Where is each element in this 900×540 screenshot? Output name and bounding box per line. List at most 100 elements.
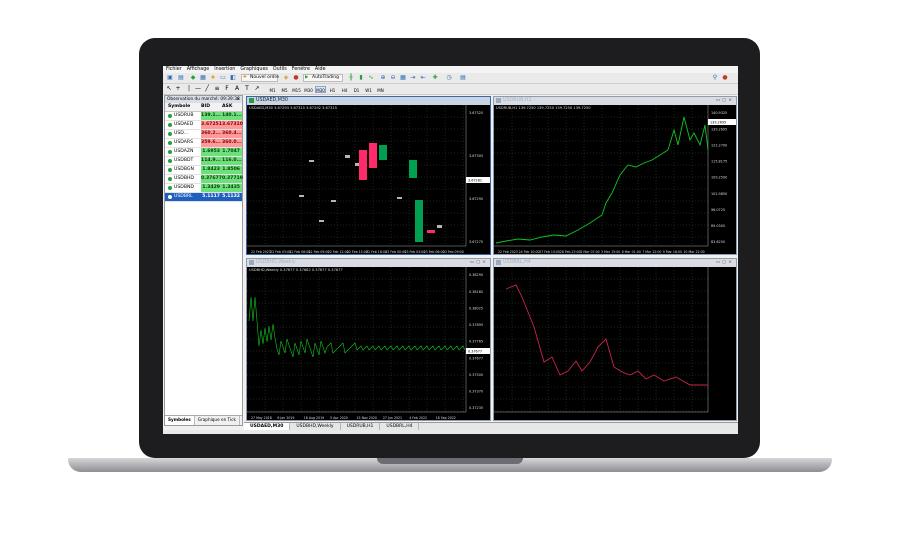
crosshair-icon[interactable]: + [174,85,182,93]
tab-symbols[interactable]: Symboles [165,416,195,425]
timeframe-w1[interactable]: W1 [363,86,374,93]
table-row[interactable]: USDBND 1.3429 1.3435 [165,184,242,193]
arrow-tool-icon[interactable]: ↗ [253,85,261,93]
table-row[interactable]: USDAZN 1.6953 1.7047 [165,148,242,157]
symbol-status-icon [168,150,172,154]
profiles-icon[interactable]: ▤ [177,74,185,82]
menu-help[interactable]: Aide [315,66,326,73]
chart-window-usdbrl[interactable]: USDBRL,H4 ▭▢× [493,258,737,421]
table-row[interactable]: USDAED 3.67251 3.67310 [165,121,243,130]
window-controls-icon[interactable]: ▭▢× [470,259,488,267]
timeframe-m1[interactable]: M1 [267,86,278,93]
autoscroll-icon[interactable]: ⇥ [409,74,417,82]
menu-insert[interactable]: Insertion [214,66,235,73]
chart-titlebar: USDRUB,H1 ▭▢× [494,97,736,105]
new-chart-icon[interactable]: ▣ [166,74,174,82]
menu-tools[interactable]: Outils [273,66,287,73]
tab-tick-chart[interactable]: Graphique en Tick [195,416,240,425]
column-bid[interactable]: BID [201,103,222,111]
timeframe-d1[interactable]: D1 [351,86,362,93]
candle [299,195,304,197]
candlestick-icon[interactable]: ▮ [357,74,365,82]
line-chart-plot[interactable] [494,267,737,421]
ask-cell: 360.0... [222,139,242,147]
table-row[interactable]: USDBHD 0.37677 0.37719 [165,175,243,184]
notifications-icon[interactable]: ● [721,74,729,82]
menu-charts[interactable]: Graphiques [240,66,268,73]
time-tick-label: 22 Feb 2023 [498,250,518,254]
price-tick-label: 122.2700 [711,143,727,147]
candle [331,200,336,202]
price-tick-label: 3.67320 [469,111,483,115]
menu-view[interactable]: Affichage [187,66,210,73]
time-tick-label: 18 Aug 2019 [304,416,324,420]
trendline-icon[interactable]: ╱ [203,85,211,93]
metaeditor-icon[interactable]: ◈ [282,74,290,82]
column-ask[interactable]: ASK [222,103,242,111]
timeframe-h1-alt[interactable]: H1 [327,86,338,93]
chart-window-usdbhd[interactable]: USDBHD,Weekly ▭▢× 0.38290 0.38160 0.38025 0… [246,258,491,421]
price-tick-label: 140.9325 [711,111,727,115]
chart-shift-icon[interactable]: ⇤ [419,74,427,82]
table-row[interactable]: USD... 360.2... 360.4... [165,130,242,139]
zoom-in-icon[interactable]: ⊕ [379,74,387,82]
channel-icon[interactable]: ≡ [213,85,221,93]
chart-title: USDBRL,H4 [503,260,531,265]
timeframe-m15[interactable]: M15 [291,86,302,93]
zoom-out-icon[interactable]: ⊖ [389,74,397,82]
label-tool-icon[interactable]: T [243,85,251,93]
fibonacci-icon[interactable]: F [223,85,231,93]
timeframe-h1[interactable]: M30 [315,86,326,93]
bar-chart-icon[interactable]: ╫ [347,74,355,82]
templates-icon[interactable]: ▤ [459,74,467,82]
window-controls-icon[interactable]: ▭▢× [716,259,734,267]
market-watch-icon[interactable]: ◆ [189,74,197,82]
text-tool-icon[interactable]: A [233,85,241,93]
timeframe-m30[interactable]: M30 [303,86,314,93]
search-icon[interactable]: ⚲ [711,74,719,82]
symbol-cell: USDBND [165,184,201,192]
timeframe-m5[interactable]: M5 [279,86,290,93]
window-controls-icon[interactable]: ▭▢× [716,97,734,105]
timeframe-h4[interactable]: H4 [339,86,350,93]
horizontal-line-icon[interactable]: — [194,85,202,93]
chart-title: USDRUB,H1 [503,98,532,103]
strategy-tester-icon[interactable]: ◧ [229,74,237,82]
chart-window-usdaed[interactable]: USDAED,M30 3.67320 3.67305 3.67290 3.67275 2… [246,96,491,255]
terminal-icon[interactable]: ▭ [219,74,227,82]
current-price-label: 3.67281 [468,179,482,183]
new-order-button[interactable]: ✚ Nouvel ordre [241,74,279,82]
chart-window-usdrub[interactable]: USDRUB,H1 ▭▢× 140.9325 139.2695 122.2700 11… [493,96,737,255]
menu-window[interactable]: Fenêtre [292,66,310,73]
candle [379,145,387,160]
table-row[interactable]: USDBDT 114.9... 116.0... [165,157,242,166]
tile-windows-icon[interactable]: ▦ [399,74,407,82]
indicators-icon[interactable]: ✚ [431,74,439,82]
table-row[interactable]: USDBGN 1.8423 1.8506 [165,166,242,175]
price-tick-label: 0.38160 [469,290,483,294]
vertical-line-icon[interactable]: | [185,85,193,93]
price-tick-label: 89.0300 [711,224,725,228]
symbol-name: USDAED [174,122,194,127]
periods-icon[interactable]: ◷ [445,74,453,82]
candlestick-chart-plot[interactable]: 3.673203.673053.672903.6727522 Feb 2023 2… [247,105,491,255]
bid-cell: 360.2... [201,130,222,138]
line-chart-plot[interactable]: 0.38290 0.38160 0.38025 0.37895 0.37765 0.376… [247,267,491,421]
table-row[interactable]: USDBRL 5.1117 5.1132 [165,193,242,202]
menu-file[interactable]: Fichier [166,66,182,73]
signals-icon[interactable]: ● [292,74,300,82]
cursor-icon[interactable]: ↖ [165,85,173,93]
data-window-icon[interactable]: ▦ [199,74,207,82]
time-tick-label: 23 Feb 00:00 [385,250,406,254]
autotrading-button[interactable]: ▶ AutoTrading [303,74,343,82]
column-symbol[interactable]: Symbole [165,103,201,111]
laptop-notch [377,458,523,464]
navigator-icon[interactable]: ★ [209,74,217,82]
table-row[interactable]: USDARS 359.6... 360.0... [165,139,242,148]
table-row[interactable]: USDRUB 139.1... 140.1... [165,112,242,121]
ask-cell: 360.4... [222,130,242,138]
line-chart-icon[interactable]: ∿ [367,74,375,82]
line-chart-plot[interactable]: 140.9325 139.2695 122.2700 115.8175 109.2500… [494,105,737,255]
close-icon[interactable]: × [236,96,240,103]
timeframe-mn[interactable]: MN [375,86,386,93]
